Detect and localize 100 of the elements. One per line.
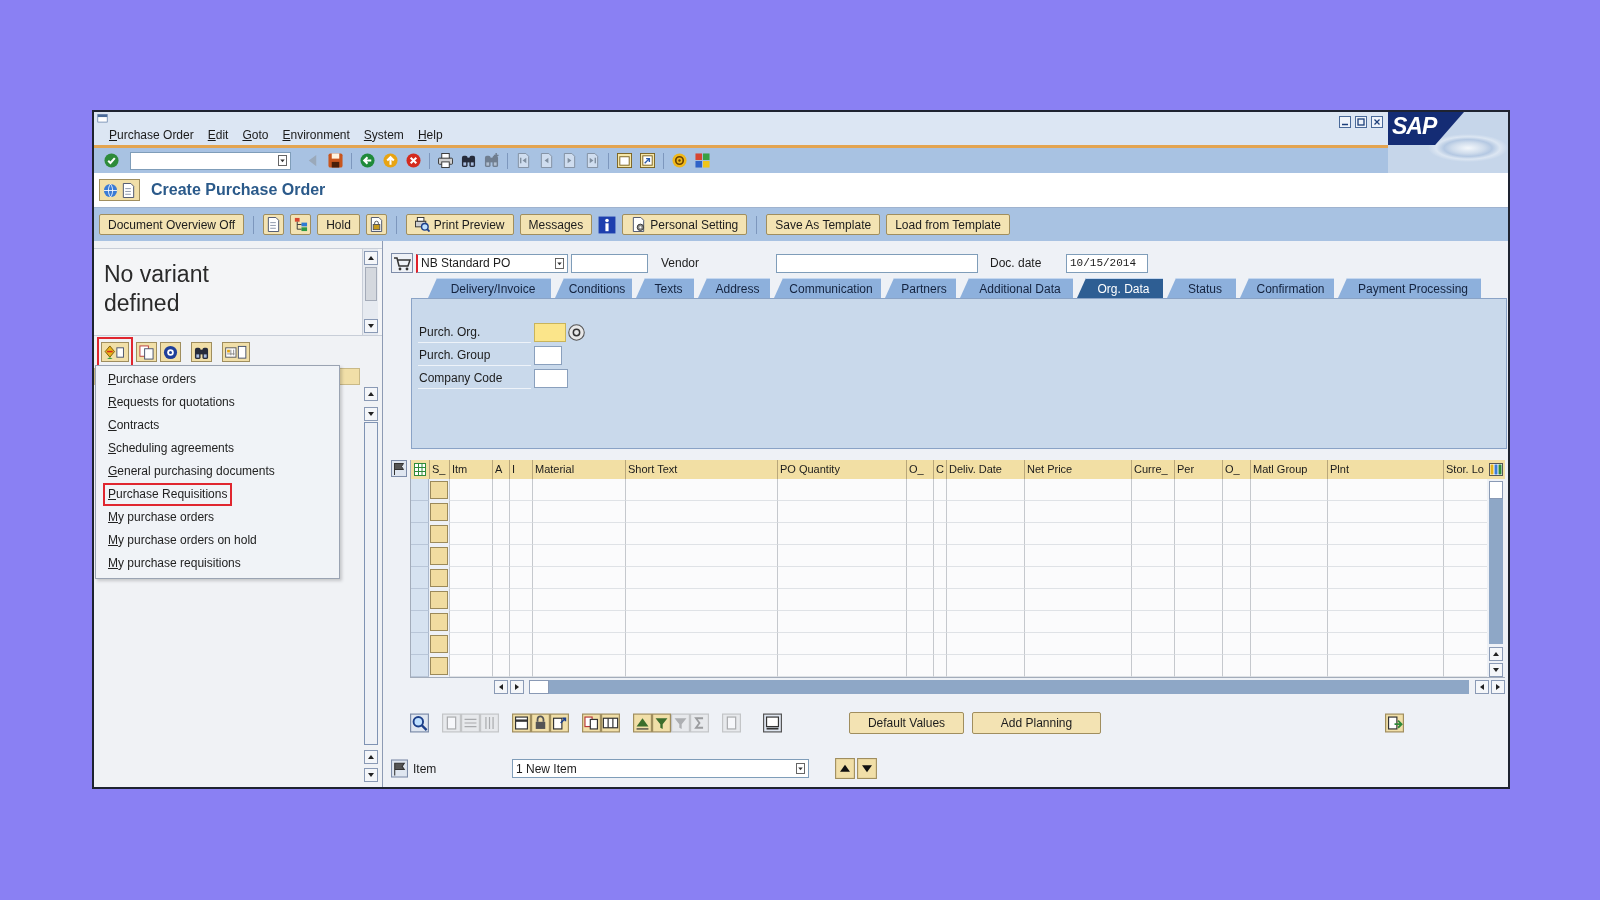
table-cell[interactable] (1250, 479, 1327, 501)
lock-document-button[interactable] (365, 214, 387, 235)
table-cell[interactable] (1222, 501, 1250, 523)
menu-item[interactable]: Contracts (103, 414, 165, 437)
table-cell[interactable] (1327, 589, 1443, 611)
table-cell[interactable] (946, 523, 1024, 545)
table-cell[interactable] (906, 567, 933, 589)
row-selector[interactable] (411, 633, 429, 655)
table-cell[interactable] (449, 501, 492, 523)
menu-bar-item[interactable]: Environment (275, 128, 357, 143)
table-cell[interactable] (492, 479, 509, 501)
scroll-thumb[interactable] (529, 680, 549, 694)
scroll-thumb[interactable] (1489, 481, 1503, 499)
table-cell[interactable] (509, 501, 532, 523)
table-cell[interactable] (1024, 633, 1131, 655)
info-icon[interactable] (598, 215, 617, 234)
table-cell[interactable] (1131, 567, 1174, 589)
add-planning-button[interactable]: Add Planning (972, 711, 1101, 734)
input-field[interactable] (534, 346, 562, 365)
table-cell[interactable] (532, 567, 625, 589)
row-selector[interactable] (411, 501, 429, 523)
tab[interactable]: Address (698, 278, 770, 298)
tab[interactable]: Delivery/Invoice (428, 278, 551, 298)
table-cell[interactable] (1131, 589, 1174, 611)
row-selector[interactable] (411, 655, 429, 677)
table-cell[interactable] (625, 479, 777, 501)
tab[interactable]: Confirmation (1240, 278, 1334, 298)
copy-icon[interactable] (582, 712, 601, 733)
table-cell[interactable] (906, 545, 933, 567)
table-cell[interactable] (933, 589, 946, 611)
table-cell[interactable] (1327, 523, 1443, 545)
row-selector[interactable] (411, 523, 429, 545)
table-cell[interactable] (492, 655, 509, 677)
table-cell[interactable] (946, 589, 1024, 611)
table-cell[interactable] (777, 611, 906, 633)
menu-item[interactable]: My purchase orders on hold (103, 529, 262, 552)
scroll-down-icon[interactable] (363, 768, 378, 782)
scroll-left-icon[interactable] (1475, 680, 1489, 694)
column-header[interactable]: S_ (429, 460, 449, 479)
table-cell[interactable] (625, 655, 777, 677)
table-cell[interactable] (1024, 545, 1131, 567)
document-type-field[interactable]: NB Standard PO (416, 253, 568, 273)
table-cell[interactable] (1174, 545, 1222, 567)
help-icon[interactable] (672, 153, 687, 168)
default-values-button[interactable]: Default Values (849, 711, 964, 734)
table-cell[interactable] (532, 655, 625, 677)
table-icon[interactable] (512, 712, 531, 733)
table-cell[interactable] (906, 523, 933, 545)
toolbar-button[interactable] (160, 342, 181, 362)
input-field[interactable] (534, 323, 566, 342)
table-cell[interactable] (509, 545, 532, 567)
toolbar-button[interactable] (191, 342, 212, 362)
scroll-right-icon[interactable] (510, 680, 524, 694)
table-cell[interactable] (1443, 589, 1487, 611)
table-cell[interactable] (1443, 479, 1487, 501)
print-preview-button[interactable]: Print Preview (405, 214, 514, 235)
menu-bar-item[interactable]: Edit (200, 128, 236, 143)
table-cell[interactable] (449, 523, 492, 545)
table-cell[interactable] (509, 589, 532, 611)
table-cell[interactable] (946, 655, 1024, 677)
menu-item[interactable]: Scheduling agreements (103, 437, 240, 460)
table-cell[interactable] (532, 501, 625, 523)
table-cell[interactable] (509, 479, 532, 501)
table-cell[interactable] (906, 655, 933, 677)
cart-icon[interactable] (391, 253, 413, 273)
table-cell[interactable] (1443, 567, 1487, 589)
table-cell[interactable] (1131, 545, 1174, 567)
table-cell[interactable] (777, 545, 906, 567)
table-cell[interactable] (1131, 655, 1174, 677)
table-cell[interactable] (933, 545, 946, 567)
table-cell[interactable] (1174, 523, 1222, 545)
row-selector[interactable] (411, 611, 429, 633)
dropdown-icon[interactable] (796, 763, 805, 774)
toolbar-button[interactable] (222, 342, 250, 362)
table-cell[interactable] (777, 589, 906, 611)
status-cell[interactable] (430, 481, 448, 499)
table-cell[interactable] (1222, 567, 1250, 589)
minimize-icon[interactable] (1339, 116, 1351, 128)
table-cell[interactable] (1174, 655, 1222, 677)
table-cell[interactable] (492, 501, 509, 523)
table-cell[interactable] (777, 655, 906, 677)
vendor-field[interactable] (776, 253, 978, 273)
scroll-up-icon[interactable] (363, 750, 378, 764)
item-dropdown[interactable]: 1 New Item (512, 759, 809, 778)
table-cell[interactable] (933, 501, 946, 523)
table-cell[interactable] (1327, 479, 1443, 501)
menu-bar-item[interactable]: System (356, 128, 411, 143)
scroll-right-icon[interactable] (1491, 680, 1505, 694)
table-cell[interactable] (777, 523, 906, 545)
table-cell[interactable] (1024, 589, 1131, 611)
table-cell[interactable] (492, 589, 509, 611)
table-cell[interactable] (449, 633, 492, 655)
save-template-button[interactable]: Save As Template (766, 214, 881, 235)
table-cell[interactable] (492, 545, 509, 567)
table-cell[interactable] (1443, 501, 1487, 523)
table-cell[interactable] (449, 589, 492, 611)
ring-icon[interactable] (568, 324, 585, 341)
table-cell[interactable] (1174, 501, 1222, 523)
table-cell[interactable] (1443, 655, 1487, 677)
table-cell[interactable] (625, 589, 777, 611)
